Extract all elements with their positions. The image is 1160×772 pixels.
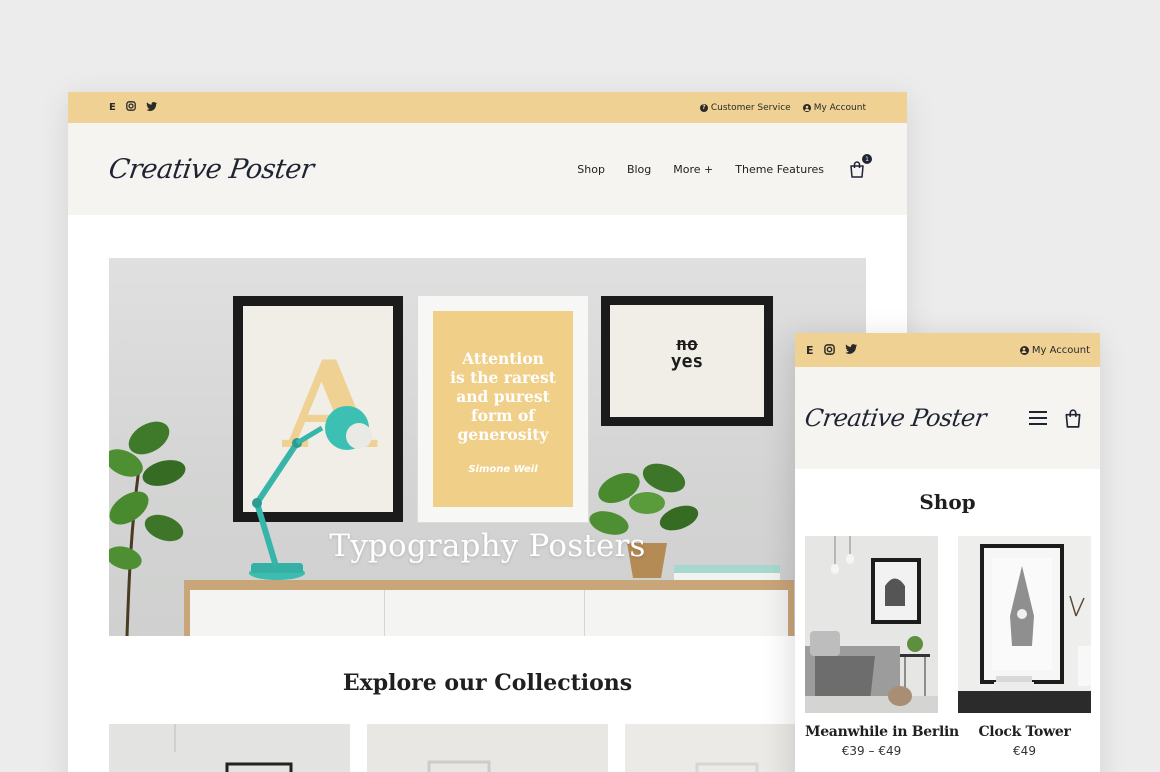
product-name[interactable]: Meanwhile in Berlin — [805, 724, 959, 740]
menu-icon[interactable] — [1029, 411, 1047, 425]
customer-service-label: Customer Service — [710, 102, 791, 113]
nav-item-blog[interactable]: Blog — [627, 163, 651, 176]
social-links: E — [109, 101, 157, 114]
nav-item-theme-features[interactable]: Theme Features — [735, 163, 824, 176]
mobile-mockup: E My Account Creative Poster Shop Meanwh… — [795, 333, 1100, 772]
etsy-icon[interactable]: E — [806, 345, 814, 356]
desktop-mockup: E ? Customer Service My Account Creative… — [68, 92, 907, 772]
user-icon — [1019, 345, 1029, 355]
poster-quote: Attention is the rarest and purest form … — [418, 296, 588, 522]
sideboard-illustration — [184, 580, 794, 636]
collection-card[interactable] — [367, 724, 608, 772]
nav-item-shop[interactable]: Shop — [577, 163, 605, 176]
collections-heading: Explore our Collections — [342, 670, 633, 696]
quote-line: generosity — [457, 425, 549, 444]
mobile-header: Creative Poster — [795, 367, 1100, 469]
no-yes-text: no yes — [601, 336, 773, 372]
mobile-top-links: My Account — [1019, 344, 1090, 356]
main-nav: Shop Blog More + Theme Features 1 — [577, 154, 872, 178]
top-links: ? Customer Service My Account — [699, 102, 866, 113]
hero-title: Typography Posters — [329, 528, 646, 564]
product-grid: Meanwhile in Berlin €39 – €49 Clock Towe… — [805, 536, 1091, 758]
twitter-icon[interactable] — [146, 101, 157, 114]
product-image[interactable] — [958, 536, 1091, 713]
quote-line: form of — [471, 406, 535, 425]
product-name[interactable]: Clock Tower — [958, 724, 1091, 740]
instagram-icon[interactable] — [125, 101, 136, 114]
my-account-link[interactable]: My Account — [802, 102, 866, 113]
site-header: Creative Poster Shop Blog More + Theme F… — [68, 123, 907, 215]
site-logo[interactable]: Creative Poster — [107, 154, 316, 185]
product-image[interactable] — [805, 536, 938, 713]
quote-line: and purest — [456, 387, 550, 406]
quote-text: Attention is the rarest and purest form … — [433, 311, 573, 507]
hero-banner[interactable]: A Attention is the rarest and purest for… — [109, 258, 866, 636]
mobile-my-account-label: My Account — [1031, 344, 1090, 356]
top-bar: E ? Customer Service My Account — [68, 92, 907, 123]
collection-card[interactable] — [109, 724, 350, 772]
product-price: €39 – €49 — [841, 744, 902, 758]
poster-no-yes: no yes — [601, 296, 773, 426]
cart-count-badge: 1 — [862, 154, 872, 164]
mobile-site-logo[interactable]: Creative Poster — [803, 404, 988, 432]
mobile-my-account-link[interactable]: My Account — [1019, 344, 1090, 356]
mobile-header-icons — [1029, 408, 1083, 428]
yes-word: yes — [670, 351, 704, 372]
collections-grid — [109, 724, 866, 772]
product-card[interactable]: Clock Tower €49 — [958, 536, 1091, 758]
etsy-icon[interactable]: E — [109, 102, 116, 113]
shop-heading: Shop — [919, 490, 976, 514]
user-icon — [802, 103, 811, 112]
quote-line: Attention — [462, 349, 544, 368]
shopping-bag-icon[interactable] — [1063, 408, 1083, 428]
product-price: €49 — [1013, 744, 1036, 758]
customer-service-link[interactable]: ? Customer Service — [699, 102, 791, 113]
cart-button[interactable]: 1 — [848, 154, 872, 178]
my-account-label: My Account — [813, 102, 866, 113]
nav-item-more[interactable]: More + — [673, 163, 713, 176]
question-icon: ? — [699, 103, 708, 112]
twitter-icon[interactable] — [844, 344, 857, 356]
quote-author: Simone Weil — [468, 464, 538, 475]
instagram-icon[interactable] — [823, 343, 835, 357]
quote-line: is the rarest — [450, 368, 556, 387]
product-card[interactable]: Meanwhile in Berlin €39 – €49 — [805, 536, 959, 758]
mobile-top-bar: E My Account — [795, 333, 1100, 367]
mobile-social-links: E — [806, 343, 857, 357]
